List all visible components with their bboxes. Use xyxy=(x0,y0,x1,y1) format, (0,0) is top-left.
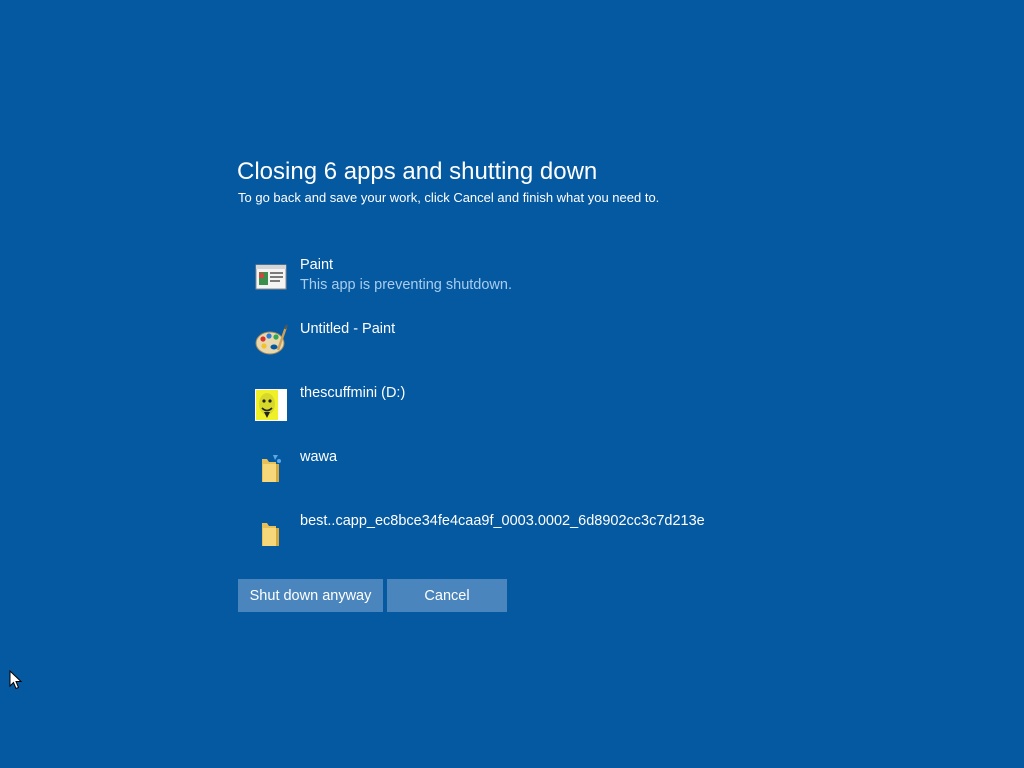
app-item-best-capp: best..capp_ec8bce34fe4caa9f_0003.0002_6d… xyxy=(254,512,814,576)
app-name: Untitled - Paint xyxy=(300,321,396,337)
mouse-cursor-icon xyxy=(9,670,23,690)
app-name: thescuffmini (D:) xyxy=(300,385,406,401)
app-item-wawa: wawa xyxy=(254,448,814,512)
app-item-paint: Paint This app is preventing shutdown. xyxy=(254,256,814,320)
app-list: Paint This app is preventing shutdown. U… xyxy=(254,256,814,576)
app-item-untitled-paint: Untitled - Paint xyxy=(254,320,814,384)
folder-icon xyxy=(262,455,281,482)
shut-down-anyway-button[interactable]: Shut down anyway xyxy=(238,579,383,612)
app-item-drive: thescuffmini (D:) xyxy=(254,384,814,448)
paint-palette-icon xyxy=(255,324,288,355)
button-row: Shut down anyway Cancel xyxy=(238,579,507,612)
drive-icon xyxy=(255,389,287,421)
folder-icon xyxy=(262,523,279,546)
app-name: wawa xyxy=(300,449,338,465)
cancel-button[interactable]: Cancel xyxy=(387,579,507,612)
page-title: Closing 6 apps and shutting down xyxy=(237,158,598,185)
app-status: This app is preventing shutdown. xyxy=(300,277,512,293)
app-name: best..capp_ec8bce34fe4caa9f_0003.0002_6d… xyxy=(300,513,705,529)
paint-app-icon xyxy=(255,264,287,290)
page-subtitle: To go back and save your work, click Can… xyxy=(238,190,660,205)
shutdown-screen: Closing 6 apps and shutting down To go b… xyxy=(0,0,1024,768)
app-name: Paint xyxy=(300,257,334,273)
